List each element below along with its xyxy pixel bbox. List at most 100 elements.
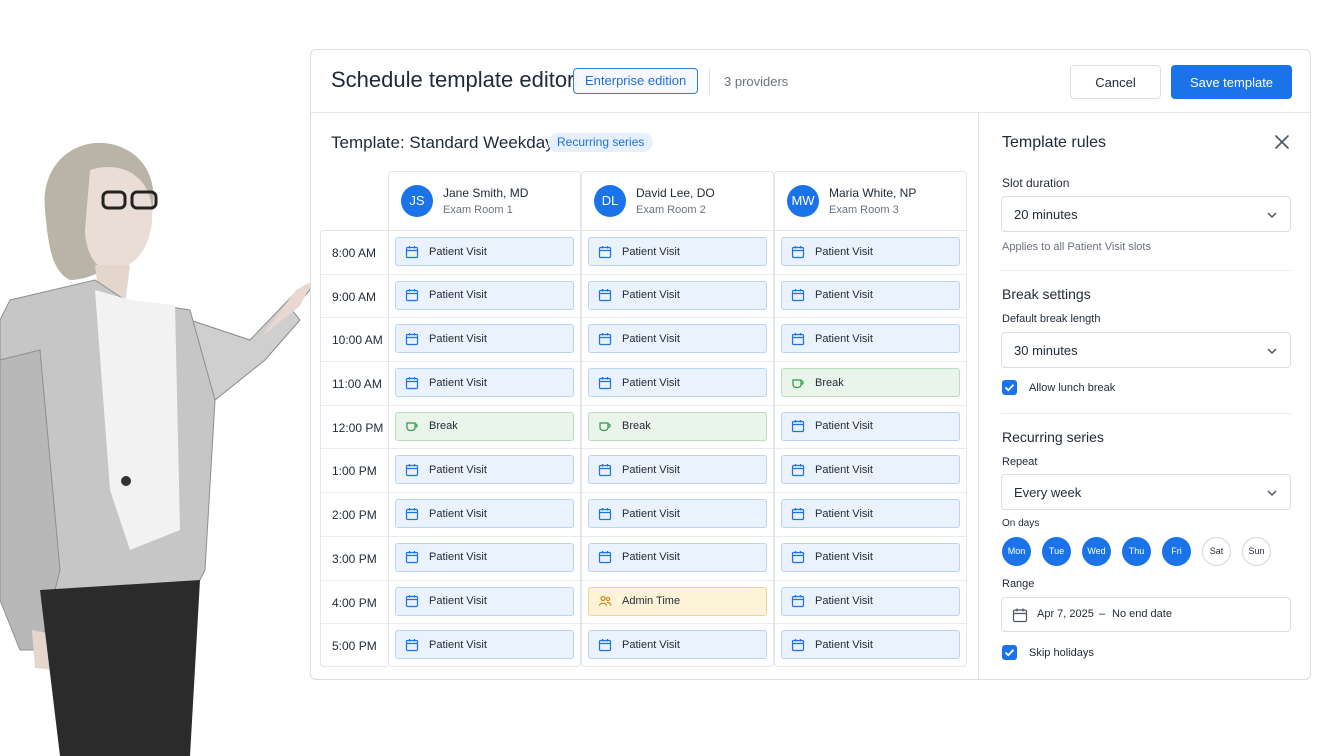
- slot-cell: Patient Visit: [582, 493, 773, 537]
- calendar-icon: [405, 376, 419, 389]
- calendar-icon: [791, 551, 805, 564]
- slot-cell: Patient Visit: [389, 493, 580, 537]
- visit-slot[interactable]: Patient Visit: [781, 324, 960, 354]
- visit-slot[interactable]: Patient Visit: [781, 237, 960, 266]
- slot-cell: Break: [582, 406, 773, 450]
- visit-slot[interactable]: Patient Visit: [395, 542, 574, 572]
- day-toggle-sun[interactable]: Sun: [1242, 537, 1271, 566]
- slot-duration-label: Slot duration: [1002, 176, 1070, 190]
- panel-title: Template rules: [1002, 134, 1107, 151]
- visit-slot[interactable]: Patient Visit: [588, 542, 767, 572]
- slot-cell: Patient Visit: [582, 231, 773, 275]
- slot-cell: Patient Visit: [775, 231, 966, 275]
- visit-slot[interactable]: Patient Visit: [781, 280, 960, 310]
- calendar-icon: [598, 245, 612, 258]
- slot-label: Patient Visit: [429, 551, 487, 564]
- visit-slot[interactable]: Patient Visit: [781, 630, 960, 660]
- repeat-value: Every week: [1014, 485, 1082, 500]
- visit-slot[interactable]: Patient Visit: [395, 237, 574, 266]
- day-toggle-wed[interactable]: Wed: [1082, 537, 1111, 566]
- provider-name: Jane Smith, MD: [443, 186, 529, 200]
- day-toggle-tue[interactable]: Tue: [1042, 537, 1071, 566]
- slot-duration-select[interactable]: 20 minutes: [1001, 196, 1291, 232]
- calendar-icon: [791, 463, 805, 477]
- slot-cell: Patient Visit: [775, 493, 966, 537]
- time-label: 10:00 AM: [321, 318, 388, 363]
- break-length-label: Default break length: [1002, 313, 1101, 325]
- time-label: 2:00 PM: [321, 493, 388, 537]
- slot-cell: Patient Visit: [775, 537, 966, 581]
- chevron-down-icon: [1267, 490, 1277, 497]
- provider-column-jane-smith: JS Jane Smith, MD Exam Room 1 Patient Visit…: [388, 171, 581, 667]
- page-title: Schedule template editor: [331, 67, 575, 92]
- day-toggle-mon[interactable]: Mon: [1002, 537, 1031, 566]
- break-length-select[interactable]: 30 minutes: [1001, 332, 1291, 368]
- day-toggle-sat[interactable]: Sat: [1202, 537, 1231, 566]
- slot-label: Patient Visit: [815, 638, 873, 651]
- visit-slot[interactable]: Patient Visit: [588, 280, 767, 310]
- slot-cell: Patient Visit: [582, 624, 773, 668]
- save-template-button[interactable]: Save template: [1171, 65, 1292, 99]
- time-label: 8:00 AM: [321, 231, 388, 275]
- provider-name: David Lee, DO: [636, 186, 715, 200]
- repeat-select[interactable]: Every week: [1001, 474, 1291, 510]
- visit-slot[interactable]: Patient Visit: [395, 630, 574, 660]
- day-toggle-fri[interactable]: Fri: [1162, 537, 1191, 566]
- provider-column-maria-white: MW Maria White, NP Exam Room 3 Patient Visi…: [774, 171, 967, 667]
- slot-cell: Patient Visit: [582, 537, 773, 581]
- visit-slot[interactable]: Patient Visit: [588, 368, 767, 398]
- slot-cell: Patient Visit: [775, 449, 966, 494]
- calendar-icon: [598, 507, 612, 520]
- admin-slot[interactable]: Admin Time: [588, 586, 767, 616]
- visit-slot[interactable]: Patient Visit: [395, 324, 574, 354]
- cancel-button[interactable]: Cancel: [1070, 65, 1161, 99]
- visit-slot[interactable]: Patient Visit: [781, 411, 960, 441]
- slot-cell: Patient Visit: [775, 624, 966, 668]
- slot-cell: Patient Visit: [582, 362, 773, 406]
- slot-cell: Patient Visit: [582, 275, 773, 319]
- page: Schedule template editor Enterprise edit…: [0, 0, 1342, 756]
- schedule-grid: 8:00 AM 9:00 AM 10:00 AM 11:00 AM 12:00 PM 1:…: [320, 171, 967, 667]
- calendar-icon: [598, 289, 612, 302]
- slot-label: Patient Visit: [429, 595, 487, 607]
- date-range-field[interactable]: Apr 7, 2025 – No end date: [1001, 597, 1291, 632]
- visit-slot[interactable]: Patient Visit: [395, 586, 574, 616]
- divider: [1001, 413, 1291, 414]
- break-slot[interactable]: Break: [395, 411, 574, 441]
- close-icon[interactable]: [1273, 133, 1291, 151]
- visit-slot[interactable]: Patient Visit: [588, 324, 767, 354]
- template-rules-panel: Template rules Slot duration 20 minutes …: [978, 113, 1310, 679]
- visit-slot[interactable]: Patient Visit: [588, 455, 767, 485]
- visit-slot[interactable]: Patient Visit: [781, 586, 960, 616]
- lunch-break-checkbox[interactable]: [1002, 380, 1017, 395]
- avatar: DL: [594, 185, 626, 217]
- visit-slot[interactable]: Patient Visit: [395, 499, 574, 529]
- time-label: 11:00 AM: [321, 362, 388, 406]
- schedule-editor-window: Schedule template editor Enterprise edit…: [310, 49, 1311, 680]
- slot-label: Patient Visit: [815, 463, 873, 476]
- provider-column-david-lee: DL David Lee, DO Exam Room 2 Patient Visit P…: [581, 171, 774, 667]
- day-toggle-thu[interactable]: Thu: [1122, 537, 1151, 566]
- recurring-series-heading: Recurring series: [1002, 429, 1104, 445]
- break-slot[interactable]: Break: [588, 411, 767, 441]
- time-label: 5:00 PM: [332, 639, 377, 654]
- visit-slot[interactable]: Patient Visit: [395, 280, 574, 310]
- visit-slot[interactable]: Patient Visit: [588, 630, 767, 660]
- skip-holidays-checkbox[interactable]: [1002, 645, 1017, 660]
- visit-slot[interactable]: Patient Visit: [781, 455, 960, 485]
- visit-slot[interactable]: Patient Visit: [395, 455, 574, 485]
- break-slot[interactable]: Break: [781, 368, 960, 398]
- visit-slot[interactable]: Patient Visit: [588, 499, 767, 529]
- calendar-icon: [405, 638, 419, 651]
- provider-room: Exam Room 2: [636, 204, 706, 216]
- slot-label: Patient Visit: [622, 638, 680, 651]
- checkmark-icon: [1004, 384, 1015, 392]
- slot-label: Patient Visit: [622, 463, 680, 476]
- visit-slot[interactable]: Patient Visit: [781, 542, 960, 572]
- visit-slot[interactable]: Patient Visit: [781, 499, 960, 529]
- calendar-icon: [405, 507, 419, 520]
- calendar-icon: [405, 595, 419, 608]
- visit-slot[interactable]: Patient Visit: [395, 368, 574, 398]
- slot-cell: Patient Visit: [389, 624, 580, 668]
- visit-slot[interactable]: Patient Visit: [588, 237, 767, 266]
